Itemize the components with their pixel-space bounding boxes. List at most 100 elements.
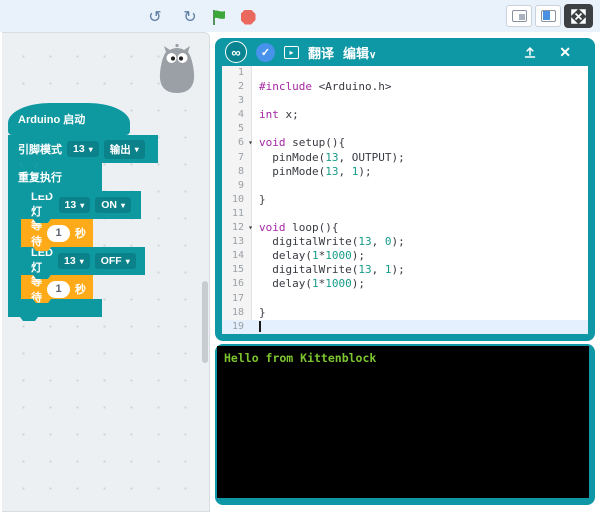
code-text [252,292,259,306]
code-line[interactable]: 2#include <Arduino.h> [222,80,588,94]
code-text [252,207,259,221]
forever-arm [8,191,21,303]
wait-value-input[interactable]: 1 [47,225,70,242]
code-line[interactable]: 17 [222,292,588,306]
pin-value: 13 [73,143,85,155]
wait-value-input[interactable]: 1 [47,281,70,298]
code-text: } [252,193,266,207]
line-number: 8 [222,165,252,179]
block-led-off[interactable]: LED灯 13 ▾ OFF ▾ [21,247,145,279]
edit-menu-button[interactable]: 编辑∨ [343,43,376,62]
code-line[interactable]: 15 digitalWrite(13, 1); [222,263,588,277]
code-line[interactable]: 18} [222,306,588,320]
code-line[interactable]: 9 [222,179,588,193]
translate-button[interactable]: 翻译 [308,43,334,62]
code-text: pinMode(13, OUTPUT); [252,151,405,165]
code-line[interactable]: 19 [222,320,588,334]
redo-icon[interactable]: ↻ [179,6,201,28]
fold-arrow-icon[interactable]: ▾ [248,222,253,234]
code-line[interactable]: 13 digitalWrite(13, 0); [222,235,588,249]
block-forever-bottom[interactable] [8,299,102,321]
code-line[interactable]: 1 [222,66,588,80]
code-line[interactable]: 16 delay(1*1000); [222,277,588,291]
stage-layout-small-button[interactable] [506,5,532,27]
text-cursor [259,321,261,332]
kitten-sprite[interactable] [154,43,200,95]
code-line[interactable]: 12▾void loop(){ [222,221,588,235]
workspace-vertical-scrollbar[interactable] [202,281,208,363]
terminal-output[interactable]: Hello from Kittenblock [217,346,589,498]
state-value: OFF [101,255,122,267]
code-line[interactable]: 14 delay(1*1000); [222,249,588,263]
code-line[interactable]: 5 [222,122,588,136]
fold-arrow-icon[interactable]: ▾ [248,137,253,149]
stop-button-icon[interactable] [237,6,259,28]
stage-layout-normal-button[interactable] [535,5,561,27]
code-line[interactable]: 3 [222,94,588,108]
undo-icon[interactable]: ↺ [144,6,166,28]
chevron-down-icon: ▾ [80,201,84,210]
pin-dropdown[interactable]: 13 ▾ [67,141,99,157]
console-icon[interactable]: ▸ [284,46,299,59]
block-led-on[interactable]: LED灯 13 ▾ ON ▾ [21,191,141,223]
pin-value: 13 [65,199,77,211]
line-number: 17 [222,292,252,306]
code-area[interactable]: 12#include <Arduino.h>34int x;56▾void se… [222,66,588,334]
code-text: } [252,306,266,320]
code-lines: 12#include <Arduino.h>34int x;56▾void se… [222,66,588,334]
code-line[interactable]: 7 pinMode(13, OUTPUT); [222,151,588,165]
mode-value: 输出 [110,142,131,157]
fullscreen-button[interactable] [564,4,593,28]
block-script: Arduino 启动 引脚模式 13 ▾ 输出 ▾ 重复执行 [8,103,198,317]
code-text: int x; [252,108,299,122]
block-pinmode[interactable]: 引脚模式 13 ▾ 输出 ▾ [8,135,158,167]
block-label: LED灯 [31,247,53,275]
code-text [252,122,259,136]
layout-small-icon [512,10,527,22]
top-toolbar: ↺ ↻ [0,0,600,32]
code-text [252,66,259,80]
code-text [252,320,261,334]
block-forever-top[interactable]: 重复执行 [8,163,102,195]
pin-dropdown[interactable]: 13 ▾ [58,253,90,269]
mode-dropdown[interactable]: 输出 ▾ [104,140,145,159]
serial-terminal-panel: Hello from Kittenblock [215,344,595,505]
layout-normal-icon [541,10,556,22]
editor-toolbar: ∞ ✓ ▸ 翻译 编辑∨ ✕ [215,38,595,66]
block-wait-1[interactable]: 等待 1 秒 [21,219,93,251]
block-label: 引脚模式 [18,141,62,157]
forever-body: LED灯 13 ▾ ON ▾ 等待 1 秒 [8,191,198,303]
line-number: 4 [222,108,252,122]
state-dropdown[interactable]: ON ▾ [95,197,131,213]
verify-button[interactable]: ✓ [256,43,275,62]
code-text: void loop(){ [252,221,338,235]
arduino-logo-icon[interactable]: ∞ [225,41,247,63]
green-flag-svg [211,9,228,26]
upload-button[interactable] [523,45,537,59]
close-editor-button[interactable]: ✕ [559,44,571,61]
state-dropdown[interactable]: OFF ▾ [95,253,136,269]
code-line[interactable]: 4int x; [222,108,588,122]
code-line[interactable]: 6▾void setup(){ [222,136,588,150]
line-number: 9 [222,179,252,193]
upload-icon [523,45,537,59]
block-label: Arduino 启动 [18,111,85,127]
code-text [252,179,259,193]
block-label: LED灯 [31,191,54,219]
code-editor-panel: ∞ ✓ ▸ 翻译 编辑∨ ✕ 12#include < [215,38,595,341]
block-unit: 秒 [75,225,86,241]
line-number: 10 [222,193,252,207]
chevron-down-icon: ▾ [126,257,130,266]
code-line[interactable]: 8 pinMode(13, 1); [222,165,588,179]
code-text [252,94,259,108]
pin-dropdown[interactable]: 13 ▾ [59,197,91,213]
line-number: 18 [222,306,252,320]
block-connector-tab [20,135,38,139]
block-arduino-start[interactable]: Arduino 启动 [8,103,130,135]
code-line[interactable]: 10} [222,193,588,207]
chevron-down-icon: ▾ [121,201,125,210]
code-line[interactable]: 11 [222,207,588,221]
block-label: 重复执行 [18,169,62,185]
green-flag-icon[interactable] [208,6,230,28]
state-value: ON [101,199,117,211]
